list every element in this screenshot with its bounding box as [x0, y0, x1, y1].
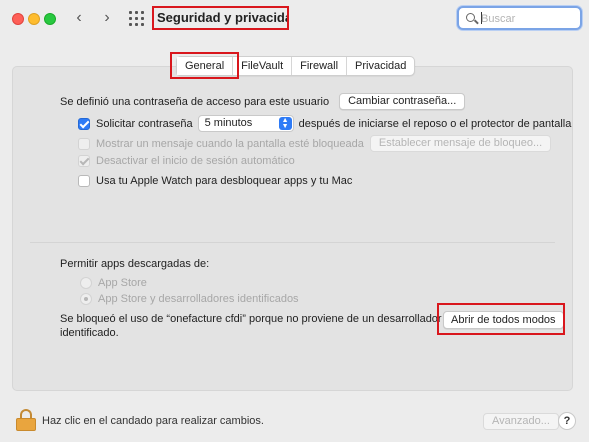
lock-icon[interactable] [16, 409, 36, 431]
security-privacy-window: ‹ › Seguridad y privacidad General FileV… [0, 0, 589, 442]
tab-general[interactable]: General [177, 57, 234, 75]
app-store-identified-label: App Store y desarrolladores identificado… [98, 293, 299, 305]
help-button[interactable]: ? [558, 412, 576, 430]
tab-firewall[interactable]: Firewall [292, 57, 348, 75]
show-message-row: Mostrar un mensaje cuando la pantalla es… [78, 135, 552, 152]
tab-privacy[interactable]: Privacidad [347, 57, 414, 75]
show-message-checkbox[interactable] [78, 137, 90, 150]
app-store-identified-radio[interactable] [80, 293, 92, 305]
require-password-label: Solicitar contraseña [96, 117, 193, 130]
close-window-button[interactable] [12, 13, 24, 25]
window-title: Seguridad y privacidad [152, 6, 289, 30]
open-anyway-highlight [437, 303, 565, 335]
app-store-label: App Store [98, 277, 147, 289]
blocked-app-message-line2: identificado. [60, 327, 119, 339]
show-message-label: Mostrar un mensaje cuando la pantalla es… [96, 137, 364, 150]
change-password-button[interactable]: Cambiar contraseña... [339, 93, 466, 110]
zoom-window-button[interactable] [44, 13, 56, 25]
search-input[interactable] [481, 11, 576, 26]
search-field[interactable] [457, 6, 582, 30]
forward-arrow-icon[interactable]: › [99, 9, 115, 27]
search-icon [466, 13, 475, 22]
apple-watch-checkbox[interactable] [78, 175, 90, 187]
app-store-radio[interactable] [80, 277, 92, 289]
minimize-window-button[interactable] [28, 13, 40, 25]
apple-watch-label: Usa tu Apple Watch para desbloquear apps… [96, 175, 353, 187]
show-all-grid-icon[interactable] [129, 11, 145, 27]
allow-apps-heading-row: Permitir apps descargadas de: [60, 258, 209, 270]
back-arrow-icon[interactable]: ‹ [71, 9, 87, 27]
tab-filevault[interactable]: FileVault [233, 57, 293, 75]
set-lock-message-button[interactable]: Establecer mensaje de bloqueo... [369, 135, 552, 152]
require-password-row: Solicitar contraseña 5 minutos ▲ ▼ despué… [78, 115, 571, 132]
disable-auto-login-checkbox[interactable] [78, 155, 90, 167]
require-password-delay-value: 5 minutos [204, 117, 253, 129]
chevron-updown-icon: ▲ ▼ [278, 117, 292, 130]
allow-apps-label: Permitir apps descargadas de: [60, 258, 210, 270]
allow-identified-row: App Store y desarrolladores identificado… [80, 293, 299, 305]
section-divider [30, 242, 555, 243]
blocked-app-message: Se bloqueó el uso de “onefacture cfdi” p… [60, 312, 442, 340]
require-password-suffix: después de iniciarse el reposo o el prot… [298, 117, 572, 130]
require-password-checkbox[interactable] [78, 117, 90, 130]
password-set-text: Se definió una contraseña de acceso para… [60, 95, 330, 108]
password-row: Se definió una contraseña de acceso para… [60, 93, 466, 110]
apple-watch-row: Usa tu Apple Watch para desbloquear apps… [78, 175, 352, 187]
lock-instructions: Haz clic en el candado para realizar cam… [42, 415, 264, 427]
disable-auto-login-row: Desactivar el inicio de sesión automátic… [78, 155, 295, 167]
toolbar: ‹ › Seguridad y privacidad [0, 0, 589, 38]
disable-auto-login-label: Desactivar el inicio de sesión automátic… [96, 155, 295, 167]
advanced-button[interactable]: Avanzado... [483, 413, 559, 430]
require-password-delay-select[interactable]: 5 minutos ▲ ▼ [197, 115, 294, 132]
blocked-app-message-line1: Se bloqueó el uso de “onefacture cfdi” p… [60, 313, 442, 325]
allow-app-store-row: App Store [80, 277, 147, 289]
tab-bar: General FileVault Firewall Privacidad [176, 56, 416, 76]
